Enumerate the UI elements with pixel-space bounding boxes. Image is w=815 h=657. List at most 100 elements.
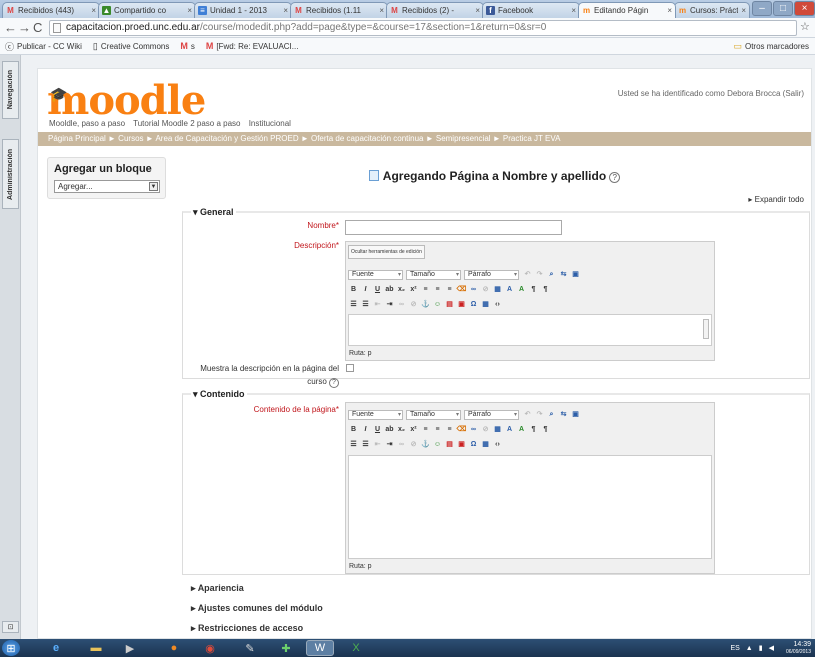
close-tab-icon[interactable]: × — [571, 6, 576, 15]
close-tab-icon[interactable]: × — [187, 6, 192, 15]
format-select[interactable]: Párrafo ▾ — [464, 409, 519, 420]
italic-icon[interactable]: I — [360, 425, 371, 435]
insert-image-icon[interactable]: ▦ — [492, 285, 503, 295]
description-text-area[interactable] — [348, 314, 712, 346]
ltr-icon[interactable]: ¶ — [528, 425, 539, 435]
align-center-icon[interactable]: ≡ — [432, 285, 443, 295]
breadcrumb[interactable]: Página Principal ► Cursos ► Area de Capa… — [38, 132, 811, 146]
table-icon[interactable]: ▦ — [480, 440, 491, 450]
outdent-icon[interactable]: ⇤ — [372, 440, 383, 450]
background-color-icon[interactable]: A — [516, 285, 527, 295]
content-legend[interactable]: ▾ Contenido — [191, 389, 247, 400]
browser-tab-active[interactable]: m Editando Págin × — [578, 2, 676, 18]
excel-icon[interactable]: X — [342, 640, 370, 656]
close-window-icon[interactable]: × — [794, 1, 815, 16]
replace-icon[interactable]: ⇆ — [558, 410, 569, 420]
fullscreen-icon[interactable]: ▣ — [570, 410, 581, 420]
html-icon[interactable]: ‹› — [492, 300, 503, 310]
paint-icon[interactable]: ✎ — [236, 640, 264, 656]
background-color-icon[interactable]: A — [516, 425, 527, 435]
rtl-icon[interactable]: ¶ — [540, 285, 551, 295]
browser-tab[interactable]: ≡ Unidad 1 - 2013 × — [194, 2, 292, 18]
bookmark-item[interactable]: ▯ Creative Commons — [93, 41, 169, 52]
anchor-icon[interactable]: ⚓ — [420, 300, 431, 310]
general-legend[interactable]: ▾ General — [191, 207, 236, 218]
unlink-icon[interactable]: ⊘ — [408, 300, 419, 310]
numbered-list-icon[interactable]: ☰ — [360, 440, 371, 450]
login-info[interactable]: Usted se ha identificado como Debora Bro… — [618, 89, 804, 98]
align-center-icon[interactable]: ≡ — [432, 425, 443, 435]
moodle-logo[interactable]: 🎓 moodle — [47, 81, 206, 121]
menu-item[interactable]: Institucional — [249, 119, 291, 128]
scrollbar[interactable] — [703, 319, 709, 339]
expand-all-link[interactable]: ▸ Expandir todo — [748, 195, 804, 204]
network-icon[interactable]: ▮ — [759, 644, 763, 652]
maximize-icon[interactable]: □ — [773, 1, 793, 16]
align-right-icon[interactable]: ≡ — [444, 425, 455, 435]
close-tab-icon[interactable]: × — [741, 6, 746, 15]
browser-tab[interactable]: M Recibidos (2) - × — [386, 2, 484, 18]
close-tab-icon[interactable]: × — [91, 6, 96, 15]
section-common-module-settings[interactable]: ▸ Ajustes comunes del módulo — [191, 603, 323, 614]
link-icon[interactable]: ∞ — [396, 300, 407, 310]
clear-formatting-icon[interactable]: ⌫ — [456, 285, 467, 295]
unlink-icon[interactable]: ⊘ — [408, 440, 419, 450]
other-bookmarks[interactable]: ▭ Otros marcadores — [733, 41, 809, 52]
find-icon[interactable]: ⌕ — [546, 270, 557, 280]
insert-link-icon[interactable]: ∞ — [468, 425, 479, 435]
volume-icon[interactable]: ◀ — [769, 644, 774, 652]
bookmark-item[interactable]: Ms — [180, 41, 195, 51]
address-bar[interactable]: capacitacion.proed.unc.edu.ar/course/mod… — [49, 20, 797, 36]
bookmark-item[interactable]: M [Fwd: Re: EVALUACI... — [206, 41, 299, 51]
bold-icon[interactable]: B — [348, 425, 359, 435]
help-icon[interactable]: ? — [329, 378, 339, 388]
close-tab-icon[interactable]: × — [475, 6, 480, 15]
close-tab-icon[interactable]: × — [283, 6, 288, 15]
align-left-icon[interactable]: ≡ — [420, 425, 431, 435]
add-block-select[interactable]: Agregar... ▼ — [54, 180, 160, 193]
word-icon[interactable]: W — [306, 640, 334, 656]
ltr-icon[interactable]: ¶ — [528, 285, 539, 295]
special-char-icon[interactable]: Ω — [468, 300, 479, 310]
clear-formatting-icon[interactable]: ⌫ — [456, 425, 467, 435]
media-icon[interactable]: ▤ — [444, 300, 455, 310]
close-tab-icon[interactable]: × — [379, 6, 384, 15]
text-color-icon[interactable]: A — [504, 285, 515, 295]
redo-icon[interactable]: ↷ — [534, 410, 545, 420]
moodle-media-icon[interactable]: ▣ — [456, 440, 467, 450]
superscript-icon[interactable]: x² — [408, 285, 419, 295]
strikethrough-icon[interactable]: ab — [384, 285, 395, 295]
help-icon[interactable]: ? — [609, 172, 621, 183]
close-tab-icon[interactable]: × — [667, 6, 672, 15]
align-left-icon[interactable]: ≡ — [420, 285, 431, 295]
bold-icon[interactable]: B — [348, 285, 359, 295]
folder-icon[interactable]: ▬ — [82, 640, 110, 656]
size-select[interactable]: Tamaño ▾ — [406, 269, 461, 280]
undo-icon[interactable]: ↶ — [522, 270, 533, 280]
internet-explorer-icon[interactable]: e — [42, 640, 70, 656]
replace-icon[interactable]: ⇆ — [558, 270, 569, 280]
strikethrough-icon[interactable]: ab — [384, 425, 395, 435]
emoticon-icon[interactable]: ☺ — [432, 300, 443, 310]
dock-navigation[interactable]: Navegación — [2, 61, 19, 119]
browser-tab[interactable]: m Cursos: Práctica × — [674, 2, 750, 18]
undo-icon[interactable]: ↶ — [522, 410, 533, 420]
menu-item[interactable]: Tutorial Moodle 2 paso a paso — [133, 119, 240, 128]
star-icon[interactable]: ☆ — [800, 20, 810, 33]
indent-icon[interactable]: ⇥ — [384, 440, 395, 450]
table-icon[interactable]: ▦ — [480, 300, 491, 310]
underline-icon[interactable]: U — [372, 425, 383, 435]
hide-editor-tools-button[interactable]: Ocultar herramientas de edición — [348, 245, 425, 259]
anchor-icon[interactable]: ⚓ — [420, 440, 431, 450]
start-button-icon[interactable]: ⊞ — [2, 640, 20, 656]
bullet-list-icon[interactable]: ☰ — [348, 300, 359, 310]
browser-tab[interactable]: M Recibidos (443) × — [2, 2, 100, 18]
app-icon[interactable]: ✚ — [272, 640, 300, 656]
subscript-icon[interactable]: x₂ — [396, 425, 407, 435]
underline-icon[interactable]: U — [372, 285, 383, 295]
section-access-restrictions[interactable]: ▸ Restricciones de acceso — [191, 623, 303, 634]
text-color-icon[interactable]: A — [504, 425, 515, 435]
menu-item[interactable]: Mooldle, paso a paso — [49, 119, 125, 128]
italic-icon[interactable]: I — [360, 285, 371, 295]
emoticon-icon[interactable]: ☺ — [432, 440, 443, 450]
